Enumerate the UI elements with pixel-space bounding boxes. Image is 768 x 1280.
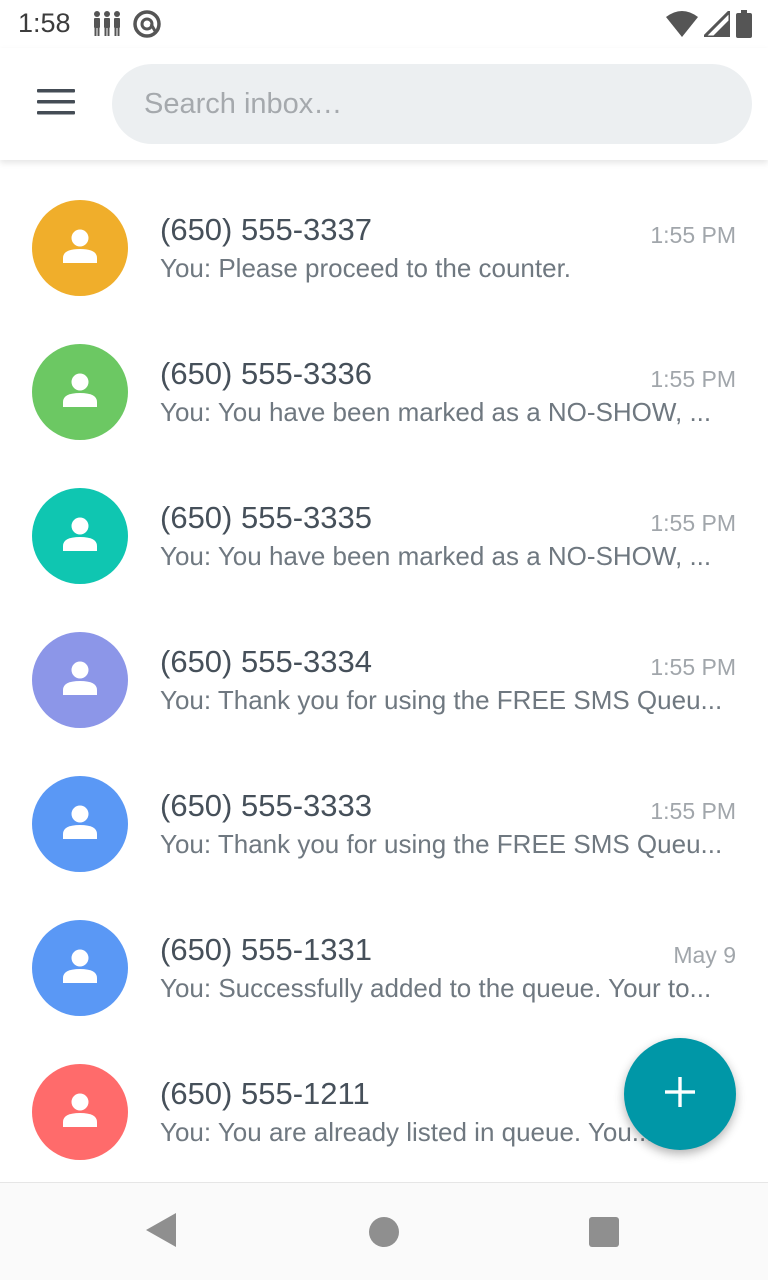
- conversation-name: (650) 555-1211: [160, 1076, 370, 1111]
- plus-icon: [665, 1076, 695, 1112]
- avatar: [32, 1064, 128, 1160]
- conversation-name: (650) 555-1331: [160, 932, 372, 967]
- conversation-time: 1:55 PM: [650, 510, 736, 536]
- avatar: [32, 920, 128, 1016]
- conversation-snippet: You: Thank you for using the FREE SMS Qu…: [160, 685, 723, 715]
- search-box[interactable]: [112, 64, 752, 144]
- conversation-name: (650) 555-3335: [160, 500, 372, 535]
- conversation-snippet: You: Thank you for using the FREE SMS Qu…: [160, 829, 723, 859]
- person-icon: [62, 661, 98, 700]
- person-icon: [62, 373, 98, 412]
- new-message-button[interactable]: [624, 1038, 736, 1150]
- conversation-snippet: You: You have been marked as a NO-SHOW, …: [160, 397, 712, 427]
- conversation-item[interactable]: (650) 555-3334 1:55 PM You: Thank you fo…: [0, 608, 768, 752]
- search-input[interactable]: [144, 64, 724, 144]
- back-icon[interactable]: [146, 1213, 176, 1252]
- status-bar: 1:58: [0, 0, 768, 48]
- conversation-name: (650) 555-3337: [160, 212, 372, 247]
- wifi-icon: [666, 11, 698, 42]
- conversation-time: 1:55 PM: [650, 366, 736, 392]
- hamburger-menu-icon: [37, 88, 75, 121]
- avatar: [32, 488, 128, 584]
- conversation-name: (650) 555-3333: [160, 788, 372, 823]
- conversation-item[interactable]: (650) 555-3333 1:55 PM You: Thank you fo…: [0, 752, 768, 896]
- conversation-time: 1:55 PM: [650, 222, 736, 248]
- conversation-time: 1:55 PM: [650, 654, 736, 680]
- person-icon: [62, 517, 98, 556]
- conversation-time: 1:55 PM: [650, 798, 736, 824]
- conversation-snippet: You: You have been marked as a NO-SHOW, …: [160, 541, 712, 571]
- avatar: [32, 344, 128, 440]
- app-bar: [0, 48, 768, 160]
- people-icon: [92, 10, 122, 43]
- avatar: [32, 632, 128, 728]
- person-icon: [62, 805, 98, 844]
- avatar: [32, 776, 128, 872]
- conversation-name: (650) 555-3334: [160, 644, 372, 679]
- person-icon: [62, 949, 98, 988]
- avatar: [32, 200, 128, 296]
- at-sign-icon: [132, 9, 162, 44]
- status-time: 1:58: [18, 8, 71, 38]
- conversation-item[interactable]: (650) 555-3337 1:55 PM You: Please proce…: [0, 176, 768, 320]
- conversation-item[interactable]: (650) 555-1331 May 9 You: Successfully a…: [0, 896, 768, 1040]
- conversation-item[interactable]: (650) 555-3336 1:55 PM You: You have bee…: [0, 320, 768, 464]
- recents-icon[interactable]: [589, 1217, 619, 1247]
- menu-button[interactable]: [26, 76, 86, 132]
- conversation-time: May 9: [673, 942, 736, 968]
- home-icon[interactable]: [369, 1217, 399, 1247]
- person-icon: [62, 1093, 98, 1132]
- conversation-list: (650) 555-3337 1:55 PM You: Please proce…: [0, 176, 768, 1182]
- conversation-name: (650) 555-3336: [160, 356, 372, 391]
- person-icon: [62, 229, 98, 268]
- conversation-snippet: You: Successfully added to the queue. Yo…: [160, 973, 712, 1003]
- navigation-bar: [0, 1182, 768, 1280]
- conversation-snippet: You: Please proceed to the counter.: [160, 253, 572, 283]
- conversation-item[interactable]: (650) 555-3335 1:55 PM You: You have bee…: [0, 464, 768, 608]
- signal-icon: [700, 7, 732, 42]
- battery-icon: [736, 10, 752, 43]
